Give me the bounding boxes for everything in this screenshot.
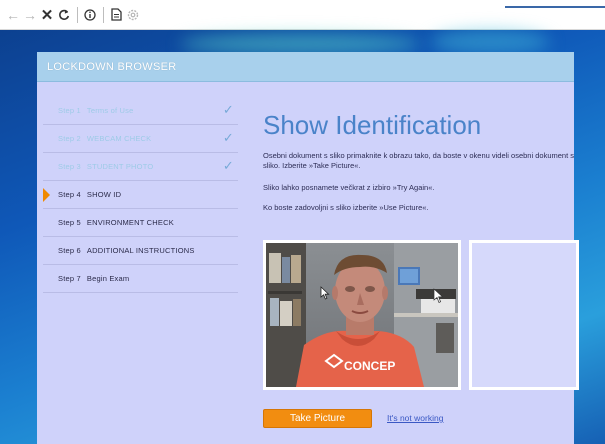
- current-step-arrow-icon: [43, 188, 50, 202]
- app-header: LOCKDOWN BROWSER: [37, 52, 574, 82]
- step-number: Step 3: [58, 162, 81, 171]
- steps-list: Step 1 Terms of Use ✓ Step 2 WEBCAM CHECK ✓ St…: [43, 97, 238, 293]
- step-label: WEBCAM CHECK: [86, 134, 152, 143]
- toolbar-divider: [103, 6, 104, 23]
- main-content: Show Identification Osebni dokument s sl…: [263, 82, 579, 444]
- checkmark-icon: ✓: [222, 158, 234, 173]
- step-number: Step 7: [58, 274, 81, 283]
- close-icon[interactable]: ✕: [40, 6, 54, 24]
- step-item: Step 1 Terms of Use ✓: [43, 97, 238, 125]
- page-title: Show Identification: [263, 110, 482, 140]
- step-label: ADDITIONAL INSTRUCTIONS: [86, 246, 195, 255]
- webcam-feed: CONCEP: [263, 240, 461, 390]
- page-icon[interactable]: [109, 6, 123, 24]
- step-item: Step 7 Begin Exam: [43, 265, 238, 293]
- step-number: Step 2: [58, 134, 81, 143]
- reload-icon[interactable]: [57, 6, 71, 24]
- shirt-text: CONCEP: [344, 359, 395, 373]
- step-label: STUDENT PHOTO: [86, 162, 154, 171]
- mouse-cursor-icon: [320, 286, 330, 300]
- not-working-link[interactable]: It's not working: [387, 413, 443, 423]
- background-glow: [180, 34, 420, 54]
- step-number: Step 1: [58, 106, 81, 115]
- checkmark-icon: ✓: [222, 130, 234, 145]
- take-picture-button[interactable]: Take Picture: [263, 409, 372, 428]
- photo-preview: [469, 240, 579, 390]
- arrow-right-icon[interactable]: →: [23, 6, 37, 24]
- step-label: SHOW ID: [86, 190, 122, 199]
- step-label: ENVIRONMENT CHECK: [86, 218, 174, 227]
- step-item: Step 5 ENVIRONMENT CHECK: [43, 209, 238, 237]
- browser-toolbar: ← → ✕: [0, 0, 605, 30]
- instructions-paragraph: Ko boste zadovoljni s sliko izberite »Us…: [263, 203, 429, 212]
- toolbar-accent-line: [505, 6, 605, 8]
- info-icon[interactable]: [83, 6, 97, 24]
- lockdown-window: LOCKDOWN BROWSER Step 1 Terms of Use ✓ Step…: [37, 52, 579, 444]
- step-label: Terms of Use: [86, 106, 134, 115]
- step-item: Step 6 ADDITIONAL INSTRUCTIONS: [43, 237, 238, 265]
- instructions-paragraph: Sliko lahko posnamete večkrat z izbiro »…: [263, 183, 435, 192]
- step-item: Step 4 SHOW ID: [43, 181, 238, 209]
- step-number: Step 5: [58, 218, 81, 227]
- steps-sidebar: Step 1 Terms of Use ✓ Step 2 WEBCAM CHECK ✓ St…: [37, 82, 242, 444]
- photo-preview-empty: [472, 243, 576, 387]
- step-label: Begin Exam: [86, 274, 130, 283]
- arrow-left-icon[interactable]: ←: [6, 6, 20, 24]
- checkmark-icon: ✓: [222, 102, 234, 117]
- app-title: LOCKDOWN BROWSER: [47, 60, 177, 73]
- webcam-image: CONCEP: [266, 243, 458, 387]
- step-item: Step 3 STUDENT PHOTO ✓: [43, 153, 238, 181]
- step-number: Step 6: [58, 246, 81, 255]
- toolbar-divider: [77, 6, 78, 23]
- background-glow: [430, 30, 550, 54]
- gear-icon[interactable]: [126, 6, 140, 24]
- step-number: Step 4: [58, 190, 81, 199]
- instructions-paragraph: Osebni dokument s sliko primaknite k obr…: [263, 151, 575, 170]
- step-item: Step 2 WEBCAM CHECK ✓: [43, 125, 238, 153]
